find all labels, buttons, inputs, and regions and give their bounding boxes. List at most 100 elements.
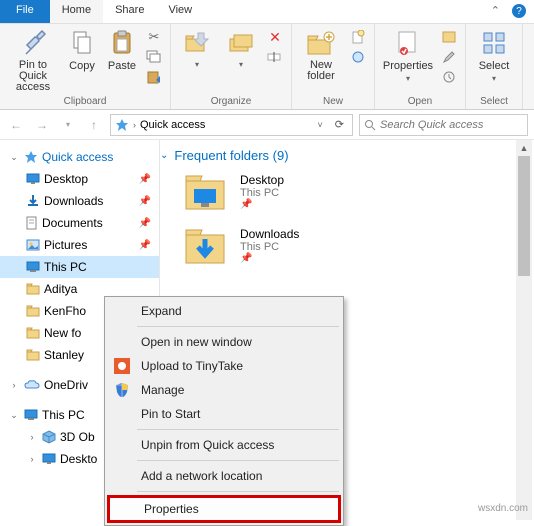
rename-icon [267,51,283,63]
group-open-label: Open [381,94,459,109]
properties-button[interactable]: Properties ▾ [381,26,435,83]
ctx-open-new-window[interactable]: Open in new window [107,330,341,354]
this-pc-icon [26,261,40,273]
search-input[interactable] [380,119,523,131]
pin-icon [18,28,48,58]
new-folder-button[interactable]: New folder [298,26,344,82]
history-button[interactable] [439,68,459,86]
copy-path-icon [146,50,162,64]
open-icon [442,31,456,43]
tinytake-icon [113,357,131,375]
desktop-icon [26,173,40,185]
sidebar-item-this-pc[interactable]: This PC [0,256,159,278]
sidebar-quick-access[interactable]: ⌄ Quick access [0,146,159,168]
chevron-right-icon[interactable]: › [26,454,38,464]
new-item-icon [351,30,365,44]
easy-access-button[interactable] [348,48,368,66]
folder-item-desktop[interactable]: DesktopThis PC📌 [184,171,526,211]
pin-icon: 📌 [139,218,151,229]
tab-home[interactable]: Home [50,0,103,23]
3d-objects-icon [42,430,56,444]
ctx-pin-start[interactable]: Pin to Start [107,402,341,426]
nav-up-button[interactable]: ↑ [84,115,104,135]
ctx-upload-tinytake[interactable]: Upload to TinyTake [107,354,341,378]
scroll-thumb[interactable] [518,156,530,276]
cut-button[interactable]: ✂ [144,28,164,46]
sidebar-label: Quick access [42,150,113,164]
search-icon [364,119,376,131]
chevron-right-icon[interactable]: › [8,380,20,390]
open-button[interactable] [439,28,459,46]
nav-back-button[interactable]: ← [6,115,26,135]
easy-access-icon [351,50,365,64]
paste-icon [107,28,137,58]
sidebar-item-documents[interactable]: Documents📌 [0,212,159,234]
tab-share[interactable]: Share [103,0,156,23]
refresh-icon[interactable]: ⟳ [331,118,348,131]
shield-icon [113,381,131,399]
new-folder-label: New folder [307,60,335,82]
rename-button[interactable] [265,48,285,66]
pin-icon: 📌 [139,174,151,185]
sidebar-item-downloads[interactable]: Downloads📌 [0,190,159,212]
edit-button[interactable] [439,48,459,66]
select-button[interactable]: Select ▾ [472,26,516,83]
separator [137,326,339,327]
downloads-thumb-icon [184,225,228,265]
separator [137,460,339,461]
ctx-unpin-quick-access[interactable]: Unpin from Quick access [107,433,341,457]
chevron-down-icon: ▾ [195,60,199,69]
watermark: wsxdn.com [478,503,528,514]
separator [137,491,339,492]
tab-file[interactable]: File [0,0,50,23]
chevron-down-icon: ⌄ [160,150,168,161]
pin-icon: 📌 [139,196,151,207]
ctx-add-network-location[interactable]: Add a network location [107,464,341,488]
pictures-icon [26,239,40,251]
context-menu: Expand Open in new window Upload to Tiny… [104,296,344,526]
address-dropdown-icon[interactable]: ˅ [314,120,327,130]
copy-to-button[interactable]: ▾ [221,26,261,69]
scroll-up-icon[interactable]: ▲ [516,140,532,156]
onedrive-icon [24,379,40,391]
delete-button[interactable]: ✕ [265,28,285,46]
chevron-right-icon[interactable]: › [26,432,38,442]
chevron-down-icon: ▾ [492,74,496,83]
address-text: Quick access [140,119,310,131]
chevron-down-icon[interactable]: ⌄ [8,410,20,421]
delete-icon: ✕ [269,29,281,46]
copy-label: Copy [69,60,95,72]
search-bar[interactable] [359,114,528,136]
nav-recent-button[interactable]: ▾ [58,115,78,135]
copy-to-icon [226,28,256,58]
ctx-manage[interactable]: Manage [107,378,341,402]
new-item-button[interactable] [348,28,368,46]
folder-item-downloads[interactable]: DownloadsThis PC📌 [184,225,526,265]
edit-icon [442,50,456,64]
folder-icon [26,349,40,361]
desktop-thumb-icon [184,171,228,211]
paste-shortcut-button[interactable] [144,68,164,86]
minimize-ribbon-icon[interactable]: ⌃ [483,0,508,23]
pin-icon: 📌 [240,253,299,264]
properties-label: Properties [383,60,433,72]
ctx-properties[interactable]: Properties [107,495,341,523]
chevron-down-icon: ▾ [239,60,243,69]
ctx-expand[interactable]: Expand [107,299,341,323]
copy-button[interactable]: Copy [64,26,100,72]
pin-to-quick-access-button[interactable]: Pin to Quick access [6,26,60,93]
chevron-down-icon[interactable]: ⌄ [8,152,20,163]
sidebar-item-pictures[interactable]: Pictures📌 [0,234,159,256]
frequent-folders-header[interactable]: ⌄ Frequent folders (9) [160,148,526,163]
help-icon[interactable]: ? [512,4,526,18]
sidebar-item-desktop[interactable]: Desktop📌 [0,168,159,190]
tab-view[interactable]: View [156,0,204,23]
scissors-icon: ✂ [149,29,160,45]
select-label: Select [479,60,510,72]
paste-button[interactable]: Paste [104,26,140,72]
scrollbar[interactable]: ▲ [516,140,532,520]
copy-path-button[interactable] [144,48,164,66]
address-bar[interactable]: › Quick access ˅ ⟳ [110,114,353,136]
move-to-button[interactable]: ▾ [177,26,217,69]
nav-forward-button[interactable]: → [32,115,52,135]
